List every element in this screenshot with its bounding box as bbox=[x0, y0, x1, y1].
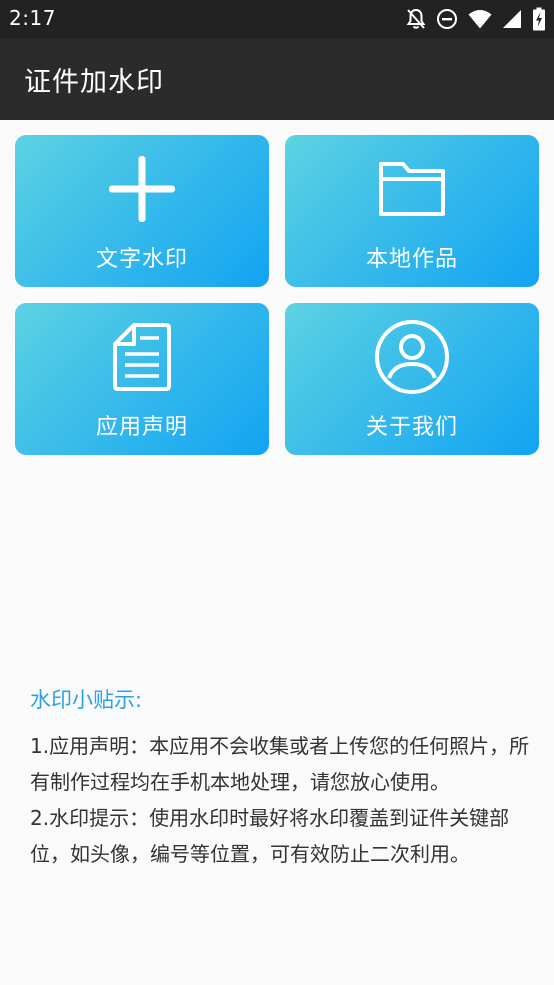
tips-watermark-text: 2.水印提示：使用水印时最好将水印覆盖到证件关键部位，如头像，编号等位置，可有效… bbox=[30, 806, 510, 866]
battery-charging-icon bbox=[532, 7, 546, 31]
watermark-tips: 水印小贴示: 1.应用声明：本应用不会收集或者上传您的任何照片，所有制作过程均在… bbox=[30, 684, 530, 872]
text-watermark-label: 文字水印 bbox=[95, 247, 188, 272]
document-icon bbox=[15, 317, 269, 397]
text-watermark-button[interactable]: 文字水印 bbox=[15, 135, 269, 287]
status-time: 2:17 bbox=[9, 6, 56, 30]
local-works-label: 本地作品 bbox=[365, 247, 458, 272]
status-bar: 2:17 bbox=[0, 0, 554, 38]
app-bar: 证件加水印 bbox=[0, 38, 554, 120]
app-title: 证件加水印 bbox=[24, 67, 164, 98]
plus-icon bbox=[15, 149, 269, 229]
wifi-icon bbox=[468, 9, 492, 29]
cell-signal-icon bbox=[502, 9, 522, 29]
tips-title: 水印小贴示: bbox=[30, 688, 143, 712]
notifications-off-icon bbox=[406, 8, 426, 30]
do-not-disturb-icon bbox=[436, 8, 458, 30]
local-works-button[interactable]: 本地作品 bbox=[285, 135, 539, 287]
about-us-label: 关于我们 bbox=[365, 415, 458, 440]
about-us-button[interactable]: 关于我们 bbox=[285, 303, 539, 455]
app-statement-label: 应用声明 bbox=[95, 415, 188, 440]
status-icons bbox=[406, 7, 546, 31]
folder-icon bbox=[285, 149, 539, 229]
app-statement-button[interactable]: 应用声明 bbox=[15, 303, 269, 455]
account-icon bbox=[285, 317, 539, 397]
tips-statement-text: 1.应用声明：本应用不会收集或者上传您的任何照片，所有制作过程均在手机本地处理，… bbox=[30, 734, 530, 794]
